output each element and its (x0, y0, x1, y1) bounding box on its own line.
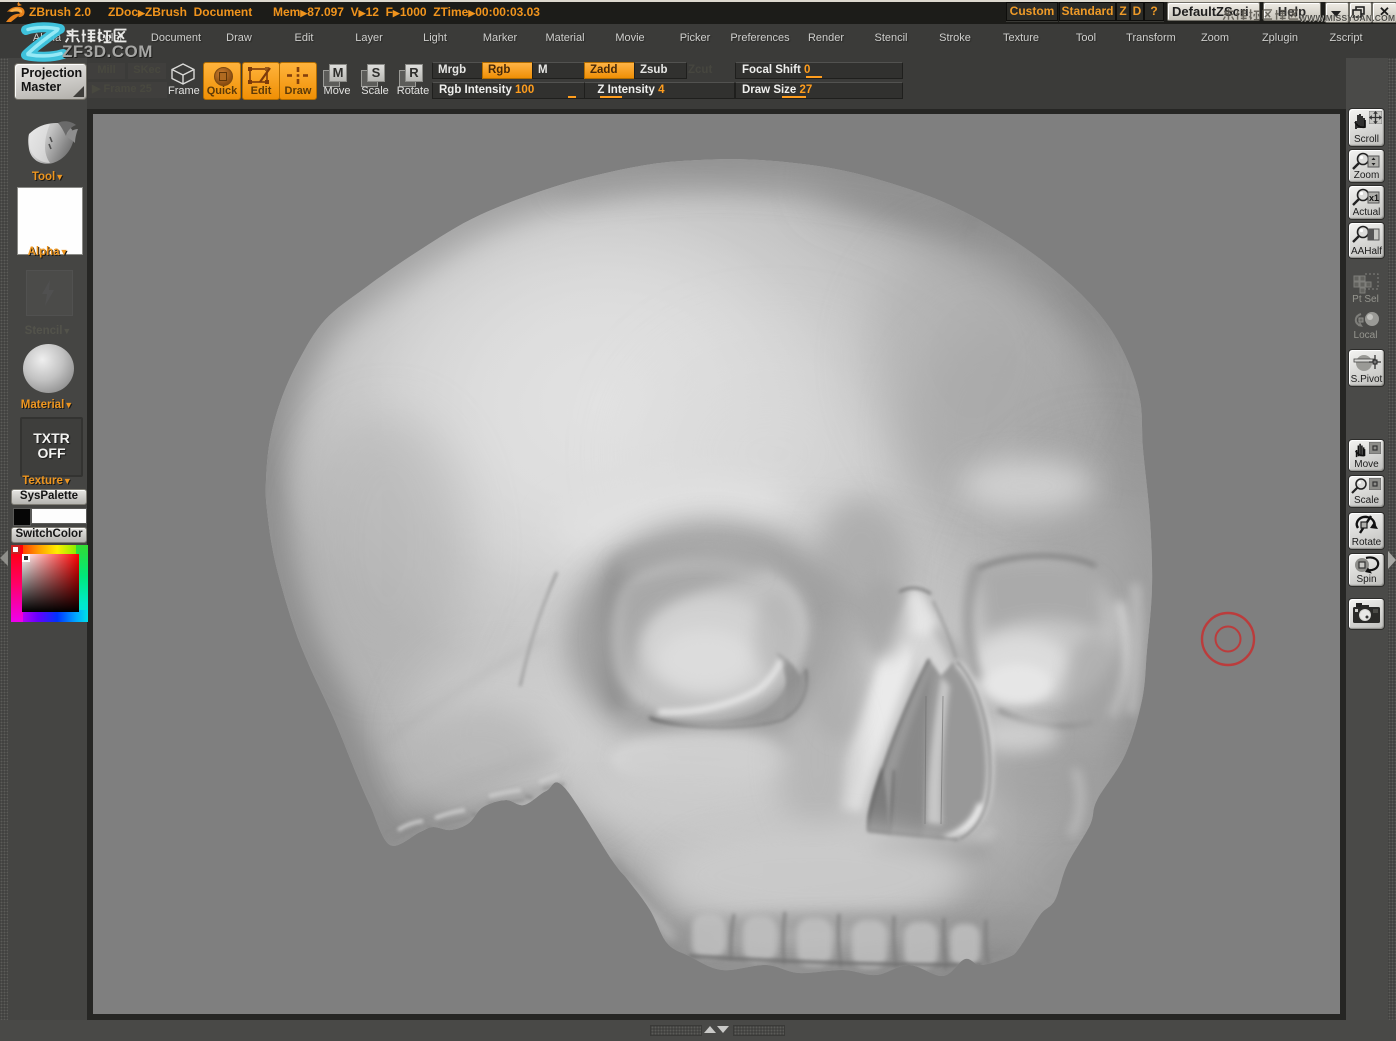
svg-text:x1: x1 (1369, 193, 1379, 203)
